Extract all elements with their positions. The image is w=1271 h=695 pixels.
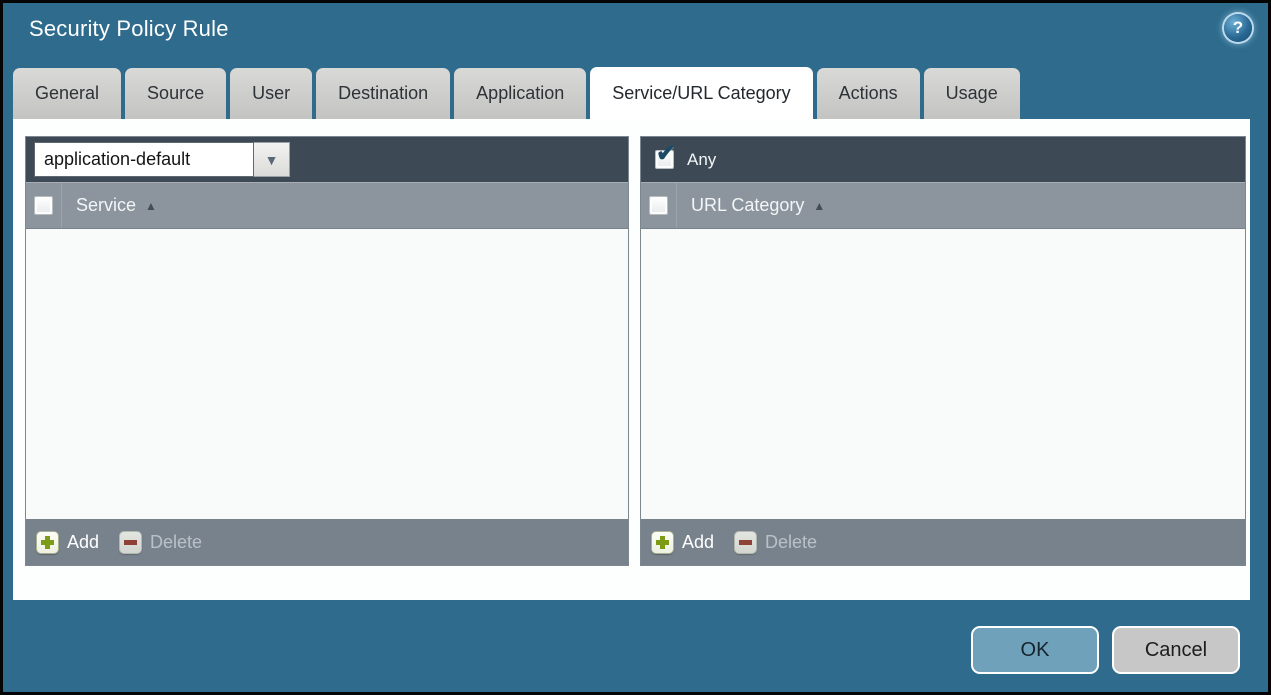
- ok-button[interactable]: OK: [971, 626, 1099, 674]
- url-category-panel-header: ✔ Any: [641, 137, 1245, 182]
- any-checkbox[interactable]: ✔: [655, 140, 676, 169]
- add-button-label: Add: [67, 531, 100, 552]
- service-panel-footer: Add Delete: [26, 519, 628, 565]
- delete-button-label: Delete: [150, 531, 203, 552]
- url-category-add-button[interactable]: Add: [651, 530, 715, 554]
- security-policy-rule-dialog: Security Policy Rule ? General Source Us…: [0, 0, 1271, 695]
- add-icon: [36, 530, 59, 554]
- service-select-all-checkbox[interactable]: [34, 196, 53, 215]
- tab-source[interactable]: Source: [125, 68, 227, 119]
- url-category-column-header[interactable]: URL Category ▲: [691, 195, 825, 216]
- add-button-label: Add: [682, 531, 715, 552]
- delete-icon: [734, 530, 758, 554]
- url-category-delete-button[interactable]: Delete: [734, 530, 818, 554]
- url-category-panel: ✔ Any URL Category ▲ Add Delete: [640, 136, 1246, 566]
- service-type-value[interactable]: application-default: [34, 142, 254, 177]
- delete-icon: [119, 530, 143, 554]
- service-panel-header: application-default ▼: [26, 137, 628, 182]
- service-select-all-cell: [26, 183, 62, 228]
- tab-content-service-url-category: application-default ▼ Service ▲ Add Dele…: [13, 119, 1250, 600]
- help-icon[interactable]: ?: [1224, 14, 1252, 42]
- tab-destination[interactable]: Destination: [316, 68, 451, 119]
- tab-general[interactable]: General: [13, 68, 122, 119]
- service-delete-button[interactable]: Delete: [119, 530, 203, 554]
- tab-actions[interactable]: Actions: [816, 68, 920, 119]
- sort-asc-icon: ▲: [145, 198, 157, 213]
- tab-user[interactable]: User: [230, 68, 313, 119]
- chevron-down-icon: ▼: [264, 151, 279, 168]
- url-category-column-label: URL Category: [691, 195, 805, 215]
- any-label: Any: [687, 149, 717, 169]
- dialog-title: Security Policy Rule: [29, 16, 229, 41]
- url-category-table-header: URL Category ▲: [641, 182, 1245, 229]
- dropdown-button[interactable]: ▼: [254, 142, 290, 177]
- service-panel: application-default ▼ Service ▲ Add Dele…: [25, 136, 629, 566]
- tab-service-url-category[interactable]: Service/URL Category: [590, 67, 813, 119]
- tab-usage[interactable]: Usage: [923, 68, 1020, 119]
- service-column-header[interactable]: Service ▲: [76, 195, 157, 216]
- delete-button-label: Delete: [765, 531, 818, 552]
- service-add-button[interactable]: Add: [36, 530, 100, 554]
- url-category-panel-footer: Add Delete: [641, 519, 1245, 565]
- service-list-body[interactable]: [26, 229, 628, 519]
- service-type-dropdown[interactable]: application-default ▼: [34, 142, 290, 177]
- dialog-action-buttons: OK Cancel: [971, 626, 1240, 674]
- url-category-select-all-cell: [641, 183, 677, 228]
- sort-asc-icon: ▲: [813, 198, 826, 213]
- help-glyph: ?: [1232, 18, 1244, 37]
- service-column-label: Service: [76, 195, 137, 215]
- service-table-header: Service ▲: [26, 182, 628, 229]
- tab-bar: General Source User Destination Applicat…: [13, 67, 1020, 119]
- url-category-list-body[interactable]: [641, 229, 1245, 519]
- tab-application[interactable]: Application: [454, 68, 587, 119]
- add-icon: [651, 530, 674, 554]
- checkmark-icon: ✔: [656, 140, 677, 167]
- cancel-button[interactable]: Cancel: [1112, 626, 1240, 674]
- url-category-select-all-checkbox[interactable]: [649, 196, 668, 215]
